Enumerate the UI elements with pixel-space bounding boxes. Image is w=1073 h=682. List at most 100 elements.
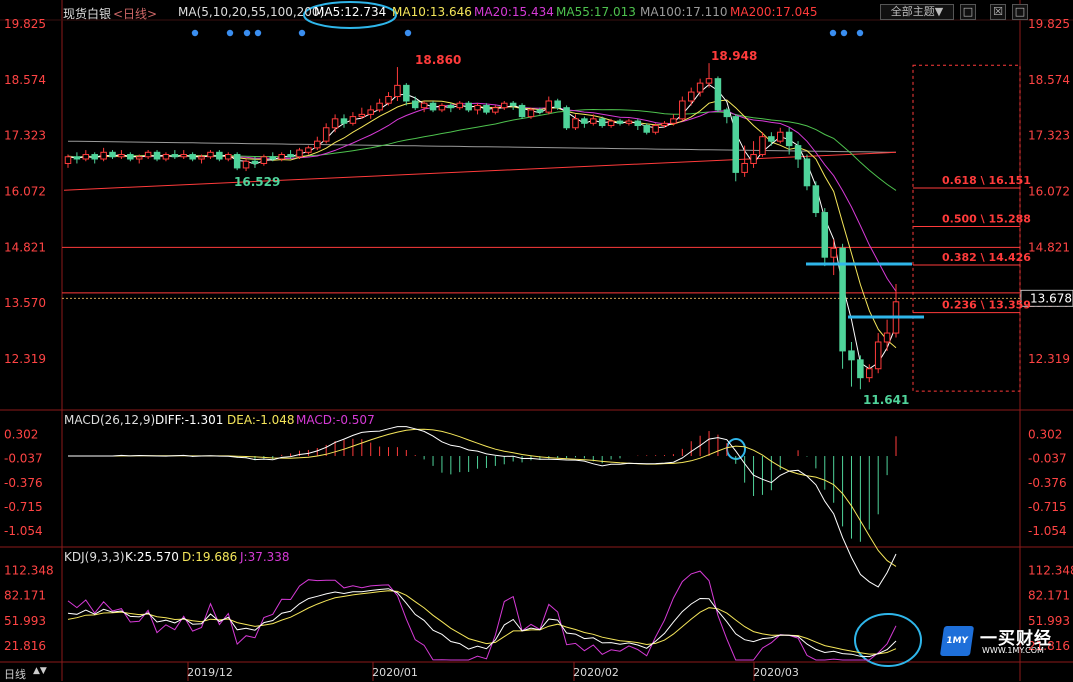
candle-body <box>447 104 455 109</box>
candle-body <box>607 120 615 127</box>
candle-body <box>572 118 579 129</box>
candle-body <box>322 127 330 142</box>
candle-body <box>305 147 312 153</box>
candle-body <box>153 151 161 160</box>
candle-body <box>625 120 633 124</box>
y-axis-tick-right: 16.072 <box>1028 184 1070 198</box>
ma20-line <box>67 102 897 292</box>
candle-body <box>759 136 766 156</box>
candle-body <box>242 160 250 169</box>
kdj-k: K:25.570 <box>125 550 179 564</box>
candle-body <box>233 154 241 169</box>
candle-body <box>518 104 526 118</box>
ma5-line <box>67 83 897 370</box>
macd-tick-right: -1.054 <box>1028 524 1067 538</box>
candle-body <box>349 116 357 124</box>
candle-body <box>581 118 588 124</box>
footer-arrows-icon[interactable]: ▲▼ <box>33 666 47 676</box>
ma100-value: MA100:17.110 <box>640 5 728 19</box>
brand-logo: 1MY 一买财经 WWW.1MY.COM <box>939 624 1072 660</box>
fib-level-label: 0.500 \ 15.288 <box>942 212 1031 225</box>
candle-body <box>732 116 740 173</box>
candle-body <box>91 154 98 160</box>
annotation-high-1: 18.860 <box>415 53 461 67</box>
y-axis-tick-right: 18.574 <box>1028 73 1070 87</box>
signal-dot <box>856 29 864 37</box>
ma55-line <box>67 108 897 191</box>
candle-body <box>251 160 259 164</box>
candle-body <box>127 154 134 160</box>
maximize-icon[interactable]: □ <box>1012 4 1028 20</box>
kdj-j: J:37.338 <box>240 550 290 564</box>
signal-dot <box>298 29 306 37</box>
candle-body <box>652 125 659 133</box>
candle-body <box>830 247 837 258</box>
macd-tick-right: -0.037 <box>1028 452 1067 466</box>
date-label: 2019/12 <box>187 666 233 679</box>
candle-body <box>135 156 143 160</box>
candle-body <box>73 156 81 160</box>
macd-label: MACD(26,12,9) <box>64 413 156 427</box>
date-label: 2020/02 <box>573 666 619 679</box>
candle-body <box>794 145 802 160</box>
kdj-d-line <box>67 590 897 655</box>
footer-period[interactable]: 日线 <box>4 666 26 682</box>
candle-body <box>376 102 383 111</box>
period-label[interactable]: <日线> <box>113 5 157 22</box>
kdj-d: D:19.686 <box>182 550 238 564</box>
logo-badge-icon: 1MY <box>939 626 975 656</box>
current-price-label: 13.678 <box>1030 291 1072 305</box>
candle-body <box>750 154 757 164</box>
signal-dot <box>840 29 848 37</box>
candle-body <box>590 118 597 124</box>
candle-body <box>144 151 152 158</box>
candle-body <box>500 102 508 109</box>
candle-body <box>679 100 686 120</box>
candle-body <box>857 359 864 379</box>
macd-tick-right: 0.302 <box>1028 428 1062 442</box>
candle-body <box>598 118 606 127</box>
candle-body <box>866 368 873 379</box>
candle-body <box>687 91 695 102</box>
candle-body <box>492 107 499 113</box>
candle-body <box>162 154 170 160</box>
candle-body <box>714 78 722 111</box>
candle-body <box>848 350 855 361</box>
candle-body <box>643 125 650 133</box>
y-axis-tick-left: 12.319 <box>4 352 46 366</box>
y-axis-tick-left: 17.323 <box>4 129 46 143</box>
window-restore-icon[interactable]: □ <box>960 4 976 20</box>
candle-body <box>634 120 642 127</box>
candle-body <box>198 156 205 160</box>
ma5-value: MA5:12.734 <box>314 5 387 19</box>
candle-body <box>874 341 882 370</box>
candle-body <box>269 156 277 160</box>
macd-tick-left: -0.037 <box>4 452 43 466</box>
candle-body <box>545 100 553 113</box>
candle-body <box>438 104 446 111</box>
ma10-value: MA10:13.646 <box>392 5 472 19</box>
candle-body <box>705 78 713 84</box>
kdj-tick-right: 82.171 <box>1028 589 1070 603</box>
candle-body <box>207 151 214 158</box>
candle-body <box>563 107 570 129</box>
theme-dropdown-button[interactable]: 全部主题▼ <box>880 4 954 20</box>
y-axis-tick-right: 17.323 <box>1028 129 1070 143</box>
macd-diff: DIFF:-1.301 <box>155 413 224 427</box>
symbol-title: 现货白银 <box>63 7 112 21</box>
candle-body <box>180 154 188 158</box>
annotation-high-2: 18.948 <box>711 49 757 63</box>
candle-body <box>411 100 419 109</box>
y-axis-tick-left: 19.825 <box>4 17 46 31</box>
close-panel-icon[interactable]: ☒ <box>990 4 1006 20</box>
candle-body <box>260 156 268 164</box>
kdj-tick-left: 112.348 <box>4 564 54 578</box>
macd-dea: DEA:-1.048 <box>227 413 295 427</box>
candle-body <box>189 154 196 160</box>
signal-dot <box>254 29 262 37</box>
candle-body <box>287 154 294 158</box>
logo-url: WWW.1MY.COM <box>982 646 1044 655</box>
date-label: 2020/01 <box>372 666 418 679</box>
candle-body <box>465 102 472 111</box>
candle-body <box>812 185 820 214</box>
